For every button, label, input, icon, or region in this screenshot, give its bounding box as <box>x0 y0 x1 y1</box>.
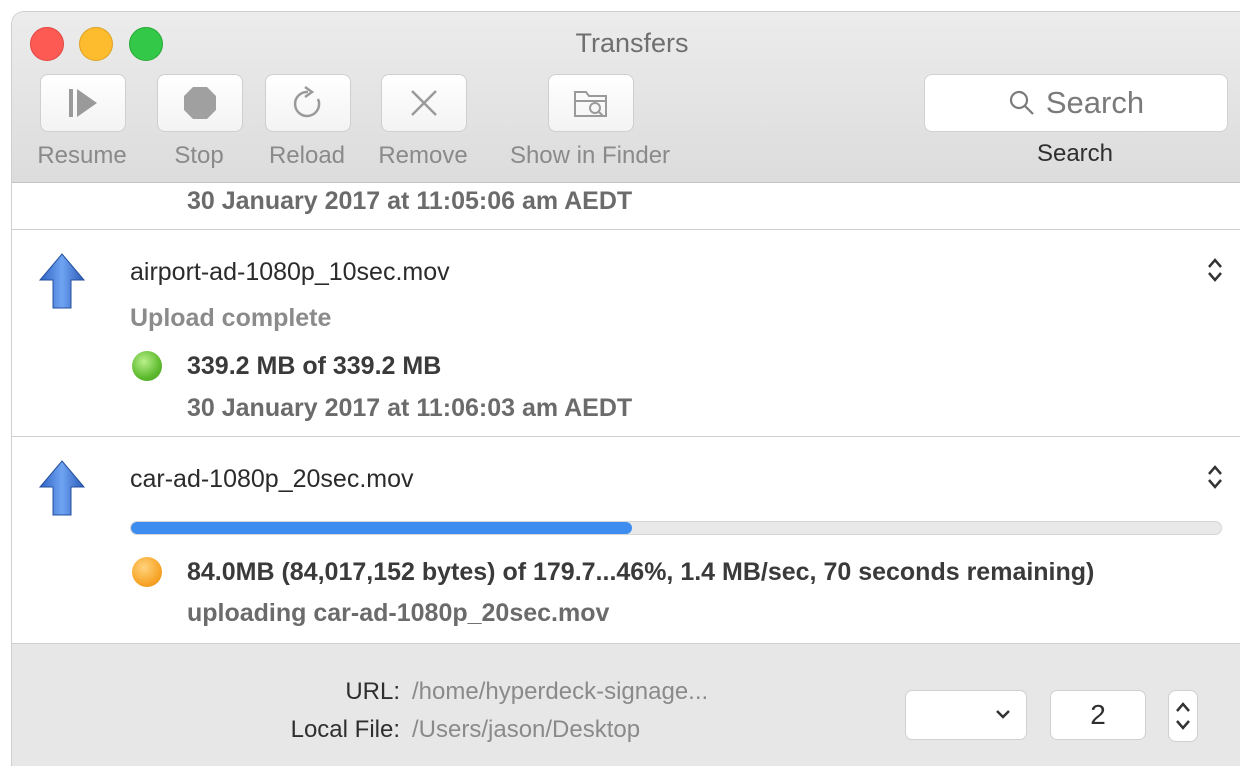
transfer-status: Upload complete <box>130 304 332 332</box>
transfer-timestamp: 30 January 2017 at 11:05:06 am AEDT <box>187 187 633 215</box>
transfer-row[interactable]: car-ad-1080p_20sec.mov 84.0MB (84,017,15… <box>12 437 1240 643</box>
reload-icon <box>293 85 321 118</box>
chevron-down-icon <box>996 710 1010 719</box>
stop-icon <box>184 87 216 119</box>
show-in-finder-label: Show in Finder <box>509 142 671 169</box>
transfer-status: uploading car-ad-1080p_20sec.mov <box>187 599 610 627</box>
transfer-row[interactable]: 30 January 2017 at 11:05:06 am AEDT <box>12 183 1240 230</box>
transfer-size: 339.2 MB of 339.2 MB <box>187 352 442 380</box>
search-placeholder: Search <box>1045 85 1145 120</box>
upload-arrow-icon <box>38 460 86 516</box>
remove-icon <box>411 90 437 116</box>
local-file-label: Local File: <box>290 716 400 743</box>
remove-label: Remove <box>378 142 468 169</box>
connections-stepper[interactable] <box>1168 690 1198 742</box>
disclosure-stepper-icon[interactable] <box>1206 463 1224 491</box>
transfer-progress-bar <box>130 521 1222 535</box>
footer: URL: /home/hyperdeck-signage... Local Fi… <box>12 643 1240 766</box>
status-dot-complete <box>132 351 162 381</box>
stop-label: Stop <box>174 142 224 169</box>
finder-folder-icon <box>574 91 607 117</box>
upload-arrow-icon <box>38 253 86 309</box>
transfers-list: 30 January 2017 at 11:05:06 am AEDT airp… <box>12 183 1240 643</box>
remove-button[interactable] <box>381 74 467 132</box>
toolbar: Transfers Resume Stop Reload Remove Show… <box>12 12 1240 183</box>
disclosure-stepper-icon[interactable] <box>1206 256 1224 284</box>
url-label: URL: <box>345 678 400 705</box>
transfers-window: Transfers Resume Stop Reload Remove Show… <box>12 12 1240 766</box>
search-field[interactable]: Search <box>924 74 1228 132</box>
resume-label: Resume <box>37 142 127 169</box>
window-title: Transfers <box>575 28 689 58</box>
search-icon <box>1009 90 1034 115</box>
search-label: Search <box>1036 140 1114 167</box>
transfer-filename: car-ad-1080p_20sec.mov <box>130 465 414 493</box>
transfer-progress-fill <box>131 522 633 534</box>
resume-button[interactable] <box>40 74 126 132</box>
transfer-row[interactable]: airport-ad-1080p_10sec.mov Upload comple… <box>12 230 1240 437</box>
connections-count-field[interactable]: 2 <box>1050 690 1146 740</box>
reload-label: Reload <box>268 142 346 169</box>
status-dot-in-progress <box>132 557 162 587</box>
transfer-timestamp: 30 January 2017 at 11:06:03 am AEDT <box>187 394 633 422</box>
resume-icon <box>69 89 97 117</box>
transfer-mode-select[interactable] <box>905 690 1027 740</box>
transfer-filename: airport-ad-1080p_10sec.mov <box>130 258 450 286</box>
show-in-finder-button[interactable] <box>548 74 634 132</box>
url-value: /home/hyperdeck-signage... <box>412 678 709 705</box>
local-file-value: /Users/jason/Desktop <box>412 716 641 743</box>
reload-button[interactable] <box>265 74 351 132</box>
stepper-arrows-icon <box>1176 702 1190 730</box>
stop-button[interactable] <box>157 74 243 132</box>
transfer-progress-text: 84.0MB (84,017,152 bytes) of 179.7...46%… <box>187 558 1095 586</box>
